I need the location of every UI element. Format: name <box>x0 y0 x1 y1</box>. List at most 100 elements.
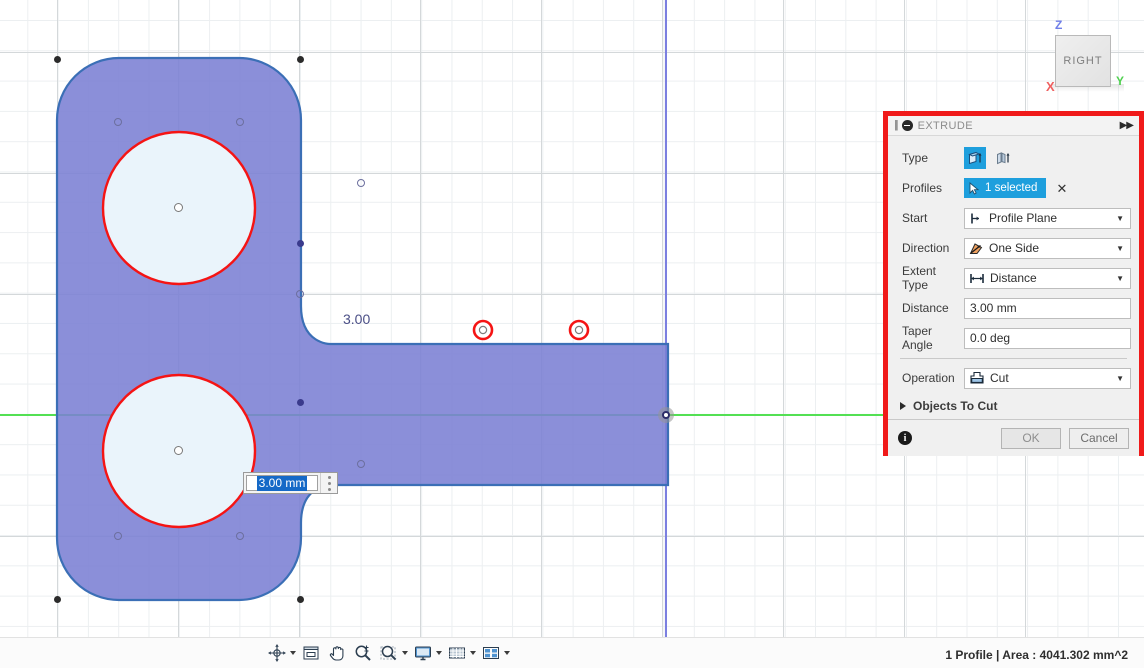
row-objects-to-cut[interactable]: Objects To Cut <box>888 393 1139 419</box>
operation-dropdown[interactable]: Cut ▼ <box>964 367 1131 389</box>
profile-plane-icon <box>971 213 979 223</box>
info-icon[interactable]: i <box>898 431 912 445</box>
ok-button[interactable]: OK <box>1001 427 1061 449</box>
constraint-point-d[interactable] <box>296 290 304 298</box>
row-direction: Direction One Side ▼ <box>888 233 1139 263</box>
direction-dropdown[interactable]: One Side ▼ <box>964 237 1131 259</box>
constraint-point-c[interactable] <box>357 179 365 187</box>
label-operation: Operation <box>902 371 955 385</box>
status-bar-text: 1 Profile | Area : 4041.302 mm^2 <box>945 648 1128 662</box>
display-settings-icon[interactable] <box>412 642 434 664</box>
zoom-window-tool[interactable] <box>377 641 409 665</box>
zoom-tool[interactable] <box>351 641 375 665</box>
label-direction: Direction <box>902 241 950 255</box>
expand-chevron-icon[interactable]: ▶▶ <box>1120 120 1134 131</box>
axis-label-z-icon: Z <box>1055 18 1063 32</box>
sketch-point-bottom-left[interactable] <box>54 596 61 603</box>
distance-icon <box>970 273 984 283</box>
start-dropdown[interactable]: Profile Plane ▼ <box>964 207 1131 229</box>
view-cube[interactable]: RIGHT Z Y X <box>1040 10 1140 100</box>
cancel-button[interactable]: Cancel <box>1069 427 1129 449</box>
extrude-solid-icon[interactable] <box>964 147 986 169</box>
dialog-body: Type Profiles 1 selected ✕ Start Profile… <box>888 136 1139 419</box>
clear-selection-icon[interactable]: ✕ <box>1056 182 1067 195</box>
one-side-icon <box>969 242 983 254</box>
dropdown-arrow-icon[interactable] <box>436 651 442 655</box>
constraint-point-b[interactable] <box>236 118 244 126</box>
chevron-down-icon[interactable]: ▼ <box>1116 374 1126 383</box>
drag-grip-icon[interactable]: ||| <box>894 120 898 131</box>
row-distance: Distance 3.00 mm <box>888 293 1139 323</box>
constraint-point-g[interactable] <box>236 532 244 540</box>
hole-small-right <box>568 319 590 341</box>
label-taper-angle: Taper Angle <box>902 324 933 352</box>
sketch-dimension-label[interactable]: 3.00 <box>343 311 370 327</box>
grid-snaps-tool[interactable] <box>445 641 477 665</box>
dropdown-arrow-icon[interactable] <box>504 651 510 655</box>
row-start: Start Profile Plane ▼ <box>888 203 1139 233</box>
view-cube-face-right[interactable]: RIGHT <box>1055 35 1111 87</box>
expand-triangle-icon[interactable] <box>900 402 906 410</box>
sketch-point-mid-upper[interactable] <box>297 240 304 247</box>
extrude-thin-icon[interactable] <box>992 147 1014 169</box>
hole-lower-center[interactable] <box>174 446 183 455</box>
constraint-point-a[interactable] <box>114 118 122 126</box>
row-taper-angle: Taper Angle 0.0 deg <box>888 323 1139 353</box>
profiles-selection-chip[interactable]: 1 selected <box>964 178 1047 198</box>
operation-value: Cut <box>990 371 1009 385</box>
viewports-icon[interactable] <box>480 642 502 664</box>
row-extent-type: Extent Type Distance ▼ <box>888 263 1139 293</box>
hole-small-left <box>472 319 494 341</box>
orbit-icon[interactable] <box>266 642 288 664</box>
axis-label-x-icon: X <box>1046 79 1055 94</box>
row-profiles: Profiles 1 selected ✕ <box>888 173 1139 203</box>
pan-tool[interactable] <box>325 641 349 665</box>
chevron-down-icon[interactable]: ▼ <box>1116 274 1126 283</box>
dialog-title: EXTRUDE <box>917 119 973 132</box>
sketch-origin-point[interactable] <box>658 407 674 423</box>
constraint-point-f[interactable] <box>114 532 122 540</box>
extent-type-dropdown[interactable]: Distance ▼ <box>964 267 1131 289</box>
dialog-header[interactable]: ||| EXTRUDE ▶▶ <box>888 116 1139 136</box>
constraint-point-e[interactable] <box>357 460 365 468</box>
collapse-icon[interactable] <box>901 120 913 131</box>
chevron-down-icon[interactable]: ▼ <box>1116 244 1126 253</box>
look-at-icon[interactable] <box>300 642 322 664</box>
manipulator-options-icon[interactable] <box>320 473 337 493</box>
chevron-down-icon[interactable]: ▼ <box>1116 214 1126 223</box>
display-settings-tool[interactable] <box>411 641 443 665</box>
orbit-tool[interactable] <box>265 641 297 665</box>
distance-input[interactable]: 3.00 mm <box>964 297 1131 319</box>
sketch-point-mid-lower[interactable] <box>297 399 304 406</box>
dropdown-arrow-icon[interactable] <box>290 651 296 655</box>
label-start: Start <box>902 211 928 225</box>
label-profiles: Profiles <box>902 181 943 195</box>
axis-label-y-icon: Y <box>1116 74 1125 88</box>
extent-type-value: Distance <box>990 271 1037 285</box>
navigation-toolbar[interactable] <box>265 640 511 666</box>
start-value: Profile Plane <box>989 211 1058 225</box>
distance-manipulator-input[interactable]: 3.00 mm <box>243 472 338 494</box>
manipulator-value-field[interactable]: 3.00 mm <box>246 475 318 491</box>
grid-snaps-icon[interactable] <box>446 642 468 664</box>
extrude-dialog[interactable]: ||| EXTRUDE ▶▶ Type Profiles 1 selected … <box>883 111 1144 456</box>
cursor-arrow-icon <box>969 181 980 195</box>
sketch-point-bottom-right[interactable] <box>297 596 304 603</box>
look-at-tool[interactable] <box>299 641 323 665</box>
sketch-point-top-left[interactable] <box>54 56 61 63</box>
label-distance: Distance <box>902 301 949 315</box>
sketch-point-top-right[interactable] <box>297 56 304 63</box>
zoom-window-icon[interactable] <box>378 642 400 664</box>
dropdown-arrow-icon[interactable] <box>402 651 408 655</box>
dialog-footer: i OK Cancel <box>888 419 1139 456</box>
zoom-icon[interactable] <box>352 642 374 664</box>
viewports-tool[interactable] <box>479 641 511 665</box>
taper-angle-input[interactable]: 0.0 deg <box>964 327 1131 349</box>
row-operation: Operation Cut ▼ <box>888 363 1139 393</box>
label-type: Type <box>902 151 929 165</box>
pan-icon[interactable] <box>326 642 348 664</box>
hole-upper-center[interactable] <box>174 203 183 212</box>
dropdown-arrow-icon[interactable] <box>470 651 476 655</box>
direction-value: One Side <box>989 241 1040 255</box>
label-extent-type: Extent Type <box>902 264 937 292</box>
